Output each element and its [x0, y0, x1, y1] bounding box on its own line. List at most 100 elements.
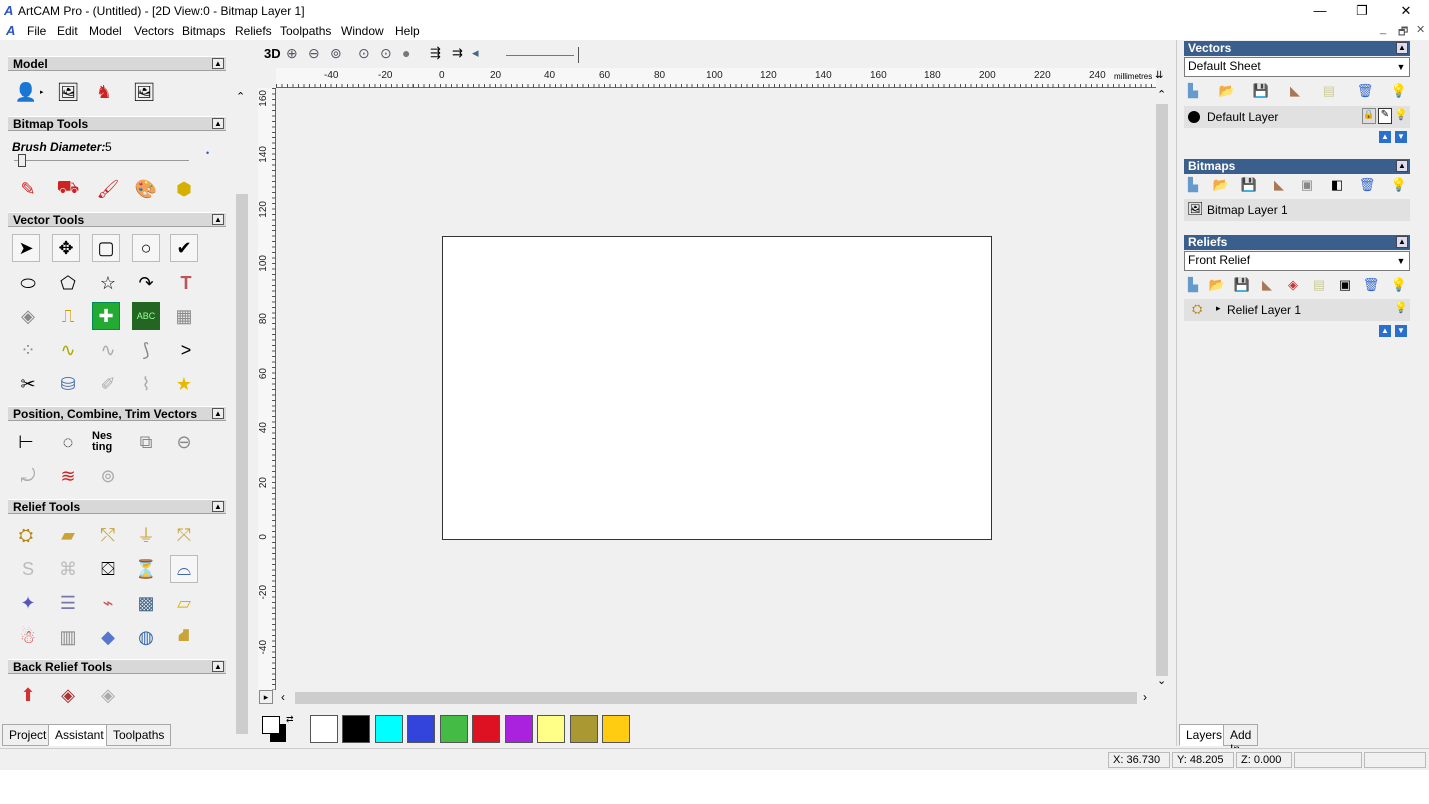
- vertical-scrollbar[interactable]: ⌃ ⌄: [1154, 88, 1170, 690]
- menu-file[interactable]: File: [27, 24, 46, 38]
- tab-toolpaths[interactable]: Toolpaths: [106, 724, 172, 746]
- open-folder-icon[interactable]: 📂: [1218, 82, 1236, 100]
- new-bitmap-layer-icon[interactable]: ▙: [1184, 176, 1202, 194]
- color-swatch[interactable]: [375, 715, 403, 743]
- back-relief-gray-icon[interactable]: ◈: [94, 681, 122, 709]
- collapse-icon[interactable]: ▲: [212, 118, 224, 129]
- bezier-icon[interactable]: ⌇: [132, 370, 160, 398]
- left-panel-scrollbar[interactable]: ⌃ ⌄: [234, 91, 250, 759]
- primary-secondary-color-icon[interactable]: ⇄: [262, 714, 294, 744]
- open-folder-icon[interactable]: 📂: [1212, 176, 1230, 194]
- scroll-up-icon[interactable]: ⌃: [236, 90, 245, 103]
- text-tool-icon[interactable]: T: [172, 269, 200, 297]
- delete-layer-icon[interactable]: 🗑: [1362, 276, 1380, 294]
- scroll-thumb[interactable]: [1156, 104, 1168, 676]
- add-node-icon[interactable]: ✚: [92, 302, 120, 330]
- scroll-left-icon[interactable]: ‹: [281, 690, 285, 704]
- menu-vectors[interactable]: Vectors: [134, 24, 174, 38]
- scroll-right-icon[interactable]: ›: [1143, 690, 1147, 704]
- back-relief-up-icon[interactable]: ⬆: [14, 681, 42, 709]
- ruler-menu-icon[interactable]: ⇊: [1155, 70, 1163, 81]
- menu-help[interactable]: Help: [395, 24, 420, 38]
- collapse-icon[interactable]: ▲: [212, 58, 224, 69]
- relief-spin-icon[interactable]: ⤧: [170, 521, 198, 549]
- menu-toolpaths[interactable]: Toolpaths: [280, 24, 331, 38]
- maximize-button[interactable]: ❐: [1339, 0, 1385, 22]
- relief-diamond-icon[interactable]: ◆: [94, 623, 122, 651]
- back-relief-stack-icon[interactable]: ◈: [54, 681, 82, 709]
- relief-character-icon[interactable]: ☃: [14, 623, 42, 651]
- delete-layer-icon[interactable]: 🗑: [1358, 176, 1376, 194]
- bitmaps-section-header[interactable]: Bitmaps ▲: [1184, 159, 1410, 174]
- bitmap-tools-section-header[interactable]: Bitmap Tools ▲: [8, 116, 226, 131]
- layer-stack-icon[interactable]: ◣: [1286, 82, 1304, 100]
- layer-stack-icon[interactable]: ◣: [1258, 276, 1276, 294]
- tab-layers[interactable]: Layers: [1179, 724, 1230, 746]
- sketch-icon[interactable]: ✐: [94, 370, 122, 398]
- arc-icon[interactable]: ↷: [132, 269, 160, 297]
- fill-tool-icon[interactable]: ⛟: [54, 175, 82, 203]
- save-icon[interactable]: 💾: [1233, 276, 1251, 294]
- relief-knot-icon[interactable]: ⌘: [54, 555, 82, 583]
- layer-gray-icon[interactable]: ▣: [1298, 176, 1316, 194]
- eyedropper-icon[interactable]: 🖌: [94, 175, 122, 203]
- tab-project[interactable]: Project: [2, 724, 54, 746]
- fit-curve-icon[interactable]: ∿: [94, 336, 122, 364]
- color-swatch[interactable]: [570, 715, 598, 743]
- close-button[interactable]: ✕: [1383, 0, 1429, 22]
- bitmap-mask-icon[interactable]: ◧: [1328, 176, 1346, 194]
- collapse-icon[interactable]: ▲: [1396, 160, 1408, 172]
- position-section-header[interactable]: Position, Combine, Trim Vectors ▲: [8, 406, 226, 421]
- magic-fill-icon[interactable]: ⬢: [170, 175, 198, 203]
- save-icon[interactable]: 💾: [1240, 176, 1258, 194]
- visibility-bulb-icon[interactable]: 💡: [1394, 301, 1408, 317]
- chevron-down-icon[interactable]: ▼: [1395, 255, 1407, 267]
- polygon-icon[interactable]: ⬠: [54, 269, 82, 297]
- model-bitmap-icon[interactable]: 🖼: [54, 78, 82, 106]
- palette-tool-icon[interactable]: 🎨: [132, 175, 160, 203]
- grid-vector-icon[interactable]: ▦: [170, 302, 198, 330]
- new-relief-layer-icon[interactable]: ▙: [1184, 276, 1202, 294]
- vectors-section-header[interactable]: Vectors ▲: [1184, 41, 1410, 56]
- zoom-all-icon[interactable]: ●: [402, 45, 410, 61]
- visibility-bulb-icon[interactable]: 💡: [1394, 108, 1408, 124]
- text-bitmap-icon[interactable]: ABC: [132, 302, 160, 330]
- color-swatch[interactable]: [472, 715, 500, 743]
- color-swatch[interactable]: [342, 715, 370, 743]
- visibility-bulbs-icon[interactable]: 💡: [1390, 276, 1408, 294]
- relief-stamp-icon[interactable]: ⛋: [94, 555, 122, 583]
- view-3d-button[interactable]: 3D: [264, 46, 281, 61]
- vector-snap-icon[interactable]: ⇶: [430, 45, 441, 61]
- menu-window[interactable]: Window: [341, 24, 384, 38]
- reliefs-section-header[interactable]: Reliefs ▲: [1184, 235, 1410, 250]
- layer-props-icon[interactable]: ▤: [1310, 276, 1328, 294]
- scroll-up-icon[interactable]: ⌃: [1157, 88, 1166, 101]
- nodes-icon[interactable]: ⁘: [14, 336, 42, 364]
- back-relief-section-header[interactable]: Back Relief Tools ▲: [8, 659, 226, 674]
- combine-layers-icon[interactable]: ◈: [1284, 276, 1302, 294]
- new-layer-icon[interactable]: ▙: [1184, 82, 1202, 100]
- delete-layer-icon[interactable]: 🗑: [1356, 82, 1374, 100]
- doc-minimize-button[interactable]: _: [1380, 23, 1386, 35]
- brush-slider-track[interactable]: [14, 160, 189, 161]
- relief-select[interactable]: Front Relief ▼: [1184, 251, 1410, 271]
- expand-arrow-icon[interactable]: ▸: [1216, 303, 1221, 314]
- zoom-previous-icon[interactable]: ⊙: [380, 45, 392, 62]
- move-layer-down-icon[interactable]: ▼: [1395, 325, 1407, 337]
- scroll-thumb[interactable]: [236, 194, 248, 734]
- mona-lisa-icon[interactable]: 🖼: [130, 78, 158, 106]
- color-swatch[interactable]: [602, 715, 630, 743]
- tab-assistant[interactable]: Assistant: [48, 724, 111, 746]
- align-icon[interactable]: ⊢: [12, 428, 40, 456]
- relief-column-icon[interactable]: ▥: [54, 623, 82, 651]
- menu-reliefs[interactable]: Reliefs: [235, 24, 272, 38]
- expand-icon[interactable]: ▸: [259, 690, 273, 704]
- relief-sweep-icon[interactable]: ⤲: [94, 521, 122, 549]
- zoom-in-icon[interactable]: ⊕: [286, 45, 298, 62]
- ellipse-icon[interactable]: ⬭: [14, 269, 42, 297]
- collapse-icon[interactable]: ▲: [212, 214, 224, 225]
- layer-stack-icon[interactable]: ◣: [1270, 176, 1288, 194]
- expand-arrow-icon[interactable]: ▸: [40, 88, 44, 96]
- rectangle-icon[interactable]: ▢: [92, 234, 120, 262]
- wizard-star-icon[interactable]: ★: [170, 370, 198, 398]
